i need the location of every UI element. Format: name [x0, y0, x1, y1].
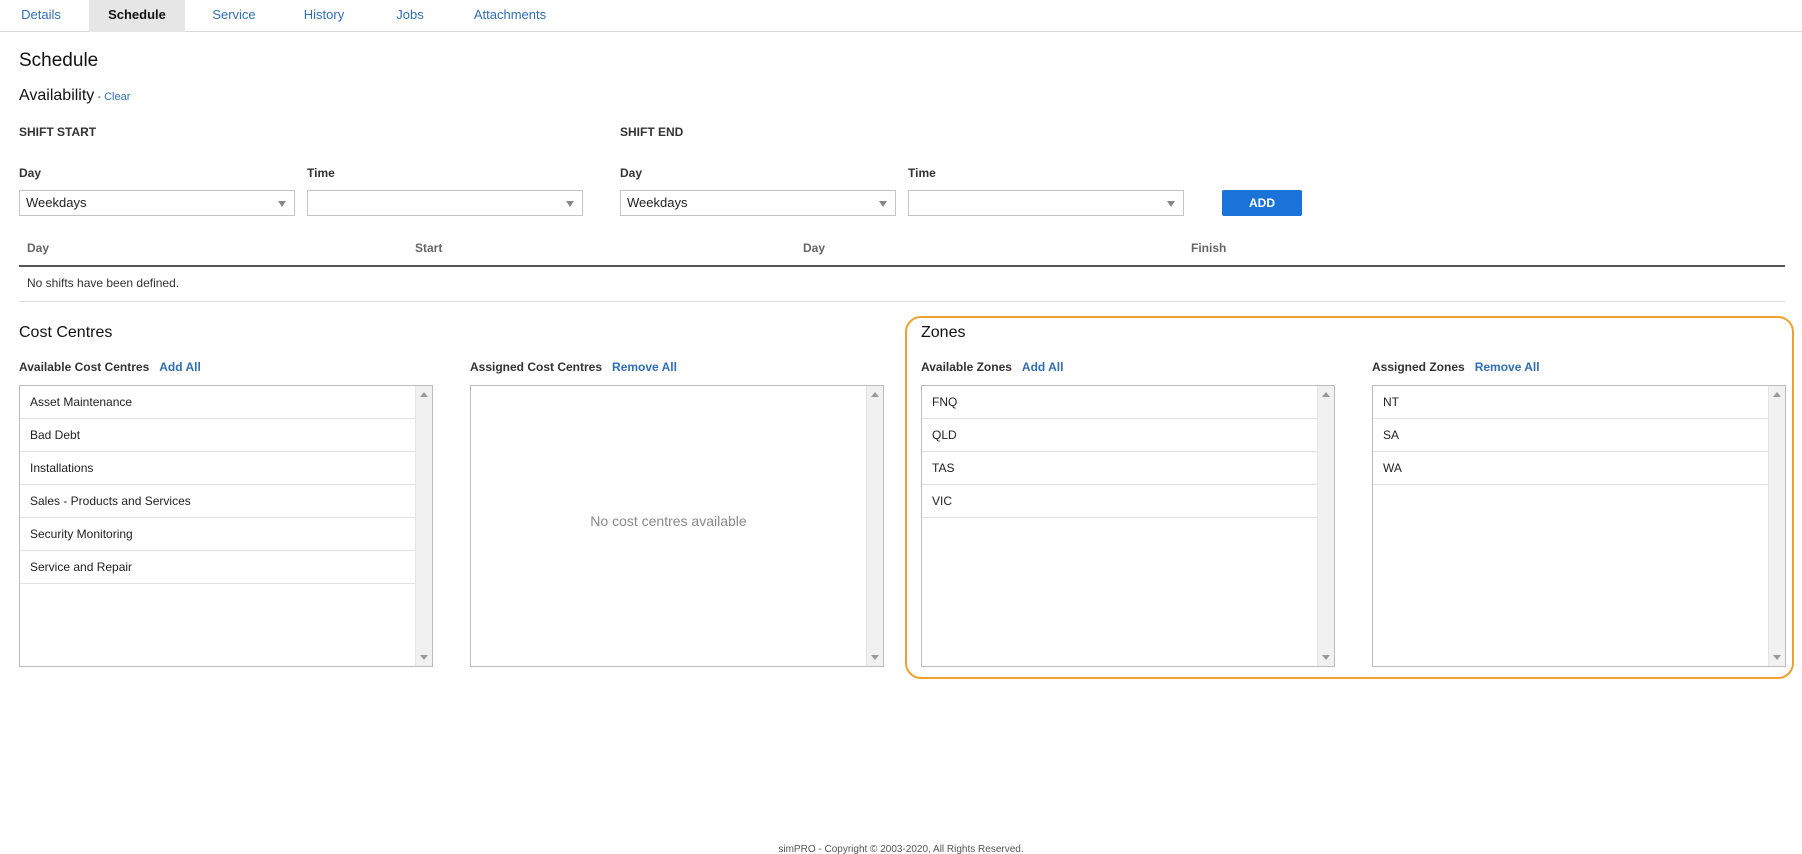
- available-cost-centres-header: Available Cost Centres Add All: [19, 360, 201, 374]
- assigned-cost-centres-header: Assigned Cost Centres Remove All: [470, 360, 677, 374]
- shift-end-day-label: Day: [620, 166, 643, 180]
- chevron-down-icon: [278, 201, 286, 207]
- col-header-day: Day: [27, 241, 50, 255]
- available-cost-centres-label: Available Cost Centres: [19, 360, 150, 374]
- zones-title: Zones: [921, 324, 966, 341]
- list-item[interactable]: FNQ: [922, 386, 1317, 419]
- list-item[interactable]: Asset Maintenance: [20, 386, 415, 419]
- add-all-cost-centres-link[interactable]: Add All: [159, 360, 201, 374]
- list-item[interactable]: NT: [1373, 386, 1768, 419]
- table-row-divider: [19, 301, 1785, 302]
- assigned-zones-label: Assigned Zones: [1372, 360, 1465, 374]
- tab-attachments[interactable]: Attachments: [466, 0, 554, 32]
- shift-start-title: SHIFT START: [19, 125, 97, 139]
- tab-history[interactable]: History: [288, 0, 360, 32]
- shift-start-day-value: Weekdays: [26, 195, 87, 210]
- remove-all-cost-centres-link[interactable]: Remove All: [612, 360, 677, 374]
- availability-title: Availability: [19, 87, 95, 104]
- list-item[interactable]: Security Monitoring: [20, 518, 415, 551]
- list-item[interactable]: Service and Repair: [20, 551, 415, 584]
- shift-end-day-value: Weekdays: [627, 195, 688, 210]
- list-item[interactable]: Sales - Products and Services: [20, 485, 415, 518]
- shift-start-day-label: Day: [19, 166, 42, 180]
- tab-details[interactable]: Details: [0, 0, 82, 32]
- shift-end-time-select[interactable]: [908, 190, 1184, 216]
- assigned-cost-centres-list[interactable]: No cost centres available: [470, 385, 884, 667]
- scroll-down-arrow-icon[interactable]: [871, 655, 879, 660]
- scroll-down-arrow-icon[interactable]: [1322, 655, 1330, 660]
- shift-end-title: SHIFT END: [620, 125, 684, 139]
- assigned-cost-centres-empty-message: No cost centres available: [590, 513, 747, 529]
- tab-schedule[interactable]: Schedule: [89, 0, 185, 32]
- list-item[interactable]: VIC: [922, 485, 1317, 518]
- available-zones-list[interactable]: FNQ QLD TAS VIC: [921, 385, 1335, 667]
- tab-jobs[interactable]: Jobs: [380, 0, 440, 32]
- add-shift-button[interactable]: ADD: [1222, 190, 1302, 216]
- scrollbar[interactable]: [415, 386, 432, 666]
- chevron-down-icon: [1167, 201, 1175, 207]
- scroll-down-arrow-icon[interactable]: [1773, 655, 1781, 660]
- scrollbar[interactable]: [866, 386, 883, 666]
- tab-service[interactable]: Service: [198, 0, 270, 32]
- availability-separator: -: [94, 91, 105, 103]
- shift-start-day-select[interactable]: Weekdays: [19, 190, 295, 216]
- scroll-down-arrow-icon[interactable]: [420, 655, 428, 660]
- shift-start-time-select[interactable]: [307, 190, 583, 216]
- cost-centres-title: Cost Centres: [19, 324, 113, 341]
- list-item[interactable]: Installations: [20, 452, 415, 485]
- shift-end-time-label: Time: [908, 166, 936, 180]
- col-header-start: Start: [415, 241, 443, 255]
- assigned-zones-header: Assigned Zones Remove All: [1372, 360, 1540, 374]
- remove-all-zones-link[interactable]: Remove All: [1475, 360, 1540, 374]
- scroll-up-arrow-icon[interactable]: [871, 392, 879, 397]
- scroll-up-arrow-icon[interactable]: [1773, 392, 1781, 397]
- availability-heading: Availability - Clear: [19, 87, 130, 105]
- scrollbar[interactable]: [1317, 386, 1334, 666]
- col-header-end-day: Day: [803, 241, 826, 255]
- assigned-zones-list[interactable]: NT SA WA: [1372, 385, 1786, 667]
- shift-start-time-label: Time: [307, 166, 335, 180]
- shifts-empty-message: No shifts have been defined.: [27, 276, 180, 290]
- tab-bar: Details Schedule Service History Jobs At…: [0, 0, 1802, 32]
- list-item[interactable]: QLD: [922, 419, 1317, 452]
- table-header-divider: [19, 265, 1785, 267]
- available-zones-header: Available Zones Add All: [921, 360, 1063, 374]
- available-cost-centres-list[interactable]: Asset Maintenance Bad Debt Installations…: [19, 385, 433, 667]
- clear-link[interactable]: Clear: [104, 91, 130, 103]
- page-title: Schedule: [19, 50, 99, 71]
- assigned-cost-centres-label: Assigned Cost Centres: [470, 360, 603, 374]
- list-item[interactable]: WA: [1373, 452, 1768, 485]
- scroll-up-arrow-icon[interactable]: [420, 392, 428, 397]
- shift-end-day-select[interactable]: Weekdays: [620, 190, 896, 216]
- scroll-up-arrow-icon[interactable]: [1322, 392, 1330, 397]
- col-header-finish: Finish: [1191, 241, 1227, 255]
- chevron-down-icon: [879, 201, 887, 207]
- footer-copyright: simPRO - Copyright © 2003-2020, All Righ…: [778, 844, 1024, 854]
- available-zones-label: Available Zones: [921, 360, 1012, 374]
- list-item[interactable]: Bad Debt: [20, 419, 415, 452]
- add-all-zones-link[interactable]: Add All: [1022, 360, 1064, 374]
- chevron-down-icon: [566, 201, 574, 207]
- scrollbar[interactable]: [1768, 386, 1785, 666]
- list-item[interactable]: SA: [1373, 419, 1768, 452]
- list-item[interactable]: TAS: [922, 452, 1317, 485]
